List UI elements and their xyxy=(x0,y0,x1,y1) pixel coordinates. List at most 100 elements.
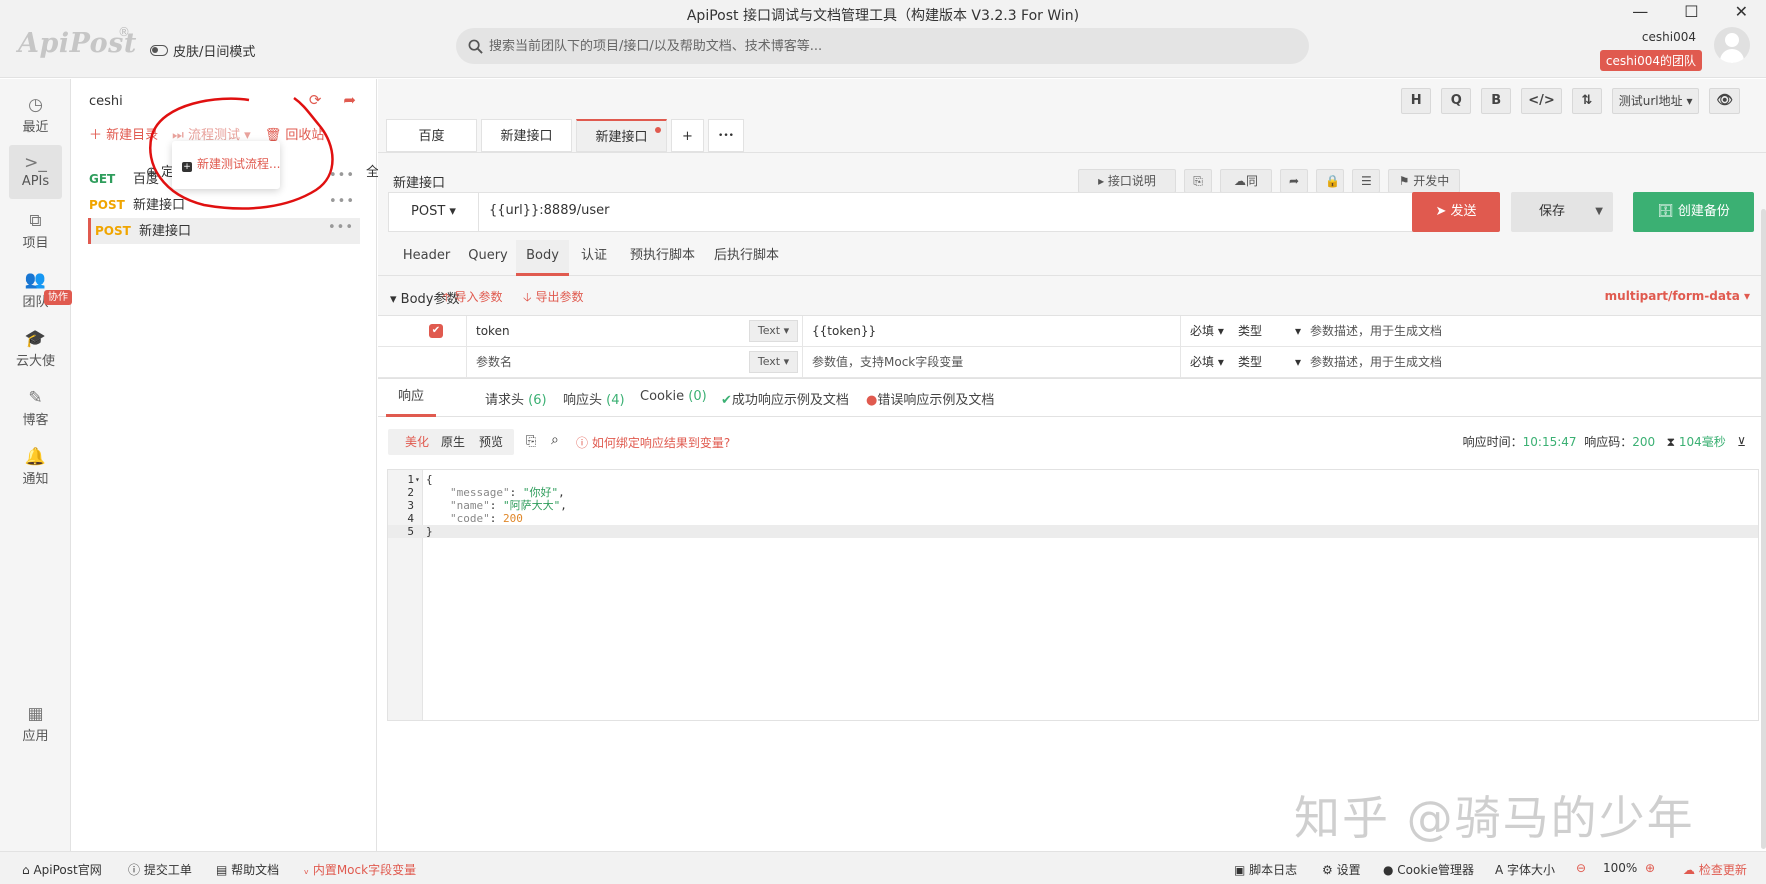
maximize-button[interactable]: ☐ xyxy=(1684,2,1698,21)
help-docs-link[interactable]: ▤ 帮助文档 xyxy=(216,861,279,878)
more-icon[interactable]: ••• xyxy=(329,189,355,215)
user-name[interactable]: ceshi004 xyxy=(1642,30,1696,44)
param-key[interactable]: 参数名 xyxy=(476,347,512,377)
more-icon[interactable]: ••• xyxy=(328,215,354,241)
tab-pre-script[interactable]: 预执行脚本 xyxy=(620,240,705,276)
param-value[interactable]: 参数值，支持Mock字段变量 xyxy=(812,347,963,377)
tab-error-example[interactable]: ●错误响应示例及文档 xyxy=(866,389,994,408)
copy-icon[interactable]: ⎘ xyxy=(1184,169,1212,193)
main-scrollbar[interactable] xyxy=(1761,209,1766,849)
nav-project[interactable]: ⧉ 项目 xyxy=(9,203,62,257)
script-log-button[interactable]: ▣ 脚本日志 xyxy=(1234,861,1297,878)
chevron-down-icon[interactable]: ▾ xyxy=(1295,347,1301,377)
search-input[interactable] xyxy=(489,38,1269,54)
check-update-button[interactable]: ☁ 检查更新 xyxy=(1683,861,1747,878)
chevron-down-icon[interactable]: ▾ xyxy=(1295,316,1301,346)
minimize-button[interactable]: — xyxy=(1632,2,1648,21)
doc-button[interactable]: ▸ 接口说明 xyxy=(1078,169,1176,193)
param-desc[interactable]: 参数描述，用于生成文档 xyxy=(1310,316,1442,346)
tab-baidu[interactable]: 百度 xyxy=(386,119,477,152)
param-type-select[interactable]: Text ▾ xyxy=(749,320,798,342)
nav-blog[interactable]: ✎ 博客 xyxy=(9,380,62,434)
bind-response-help[interactable]: ⓘ 如何绑定响应结果到变量? xyxy=(576,434,730,451)
tab-more-button[interactable]: ••• xyxy=(708,119,744,152)
tree-item-selected[interactable]: POST 新建接口 ••• xyxy=(88,218,360,244)
fold-icon[interactable]: ▾ xyxy=(415,473,420,486)
param-type-select[interactable]: Text ▾ xyxy=(749,351,798,373)
required-select[interactable]: 必填 ▾ xyxy=(1190,347,1224,377)
tab-auth[interactable]: 认证 xyxy=(574,240,614,276)
b-button[interactable]: B xyxy=(1481,88,1512,114)
share-icon[interactable]: ➦ xyxy=(1280,169,1308,193)
eye-button[interactable]: 👁 xyxy=(1709,88,1740,114)
refresh-icon[interactable]: ⟳ xyxy=(309,91,322,109)
download-icon[interactable]: ⊻ xyxy=(1737,435,1746,449)
tab-new-interface[interactable]: 新建接口 xyxy=(481,119,572,152)
tab-post-script[interactable]: 后执行脚本 xyxy=(704,240,789,276)
env-url-select[interactable]: 测试url地址 ▾ xyxy=(1611,88,1700,114)
nav-team[interactable]: 👥 团队 xyxy=(9,262,62,316)
param-desc[interactable]: 参数描述，用于生成文档 xyxy=(1310,347,1442,377)
settings-button[interactable]: ⚙ 设置 xyxy=(1322,861,1361,878)
tab-body[interactable]: Body xyxy=(516,240,569,276)
chevron-down-icon[interactable]: ▼ xyxy=(1595,192,1603,232)
close-button[interactable]: ✕ xyxy=(1735,2,1748,21)
param-value[interactable]: {{token}} xyxy=(812,316,876,346)
export-params-button[interactable]: 🡣 导出参数 xyxy=(523,288,583,309)
nav-recent[interactable]: ◷ 最近 xyxy=(9,87,62,141)
zoom-out-button[interactable]: ⊖ xyxy=(1576,861,1586,875)
required-select[interactable]: 必填 ▾ xyxy=(1190,316,1224,346)
more-icon[interactable]: ••• xyxy=(329,163,355,189)
nav-ambassador[interactable]: 🎓 云大使 xyxy=(9,321,62,375)
nav-apis[interactable]: >_ APIs xyxy=(9,145,62,199)
h-button[interactable]: H xyxy=(1401,88,1432,114)
tab-success-example[interactable]: ✔成功响应示例及文档 xyxy=(721,389,849,408)
param-checkbox[interactable]: ✔ xyxy=(429,324,443,338)
method-select[interactable]: POST ▾ xyxy=(389,193,479,231)
tab-add-button[interactable]: + xyxy=(671,119,704,152)
response-editor[interactable]: 1 ▾ { 2 "message": "你好", 3 "name": "阿萨大大", 4… xyxy=(387,469,1759,721)
send-button[interactable]: ➤ 发送 xyxy=(1412,192,1500,232)
status-select[interactable]: ⚑ 开发中 ▾ xyxy=(1388,169,1460,210)
url-input[interactable] xyxy=(489,203,1389,218)
value-type-select[interactable]: 类型 xyxy=(1238,316,1262,346)
submit-ticket-link[interactable]: ⓘ 提交工单 xyxy=(128,861,192,878)
global-search[interactable] xyxy=(456,28,1309,64)
search-icon[interactable]: ⌕ xyxy=(551,432,559,448)
nav-notify[interactable]: 🔔 通知 xyxy=(9,439,62,493)
mock-vars-link[interactable]: ᵥ 内置Mock字段变量 xyxy=(304,861,416,878)
value-type-select[interactable]: 类型 xyxy=(1238,347,1262,377)
team-badge[interactable]: ceshi004的团队 xyxy=(1599,50,1702,71)
view-preview[interactable]: 预览 xyxy=(479,429,503,455)
q-button[interactable]: Q xyxy=(1441,88,1472,114)
cookie-manager-button[interactable]: ● Cookie管理器 xyxy=(1383,861,1474,878)
tab-request-headers-count[interactable]: 请求头 (6) xyxy=(485,389,547,408)
lock-icon[interactable]: 🔒 xyxy=(1316,169,1344,193)
save-button[interactable]: 保存 ▼ xyxy=(1511,192,1613,232)
content-type-select[interactable]: multipart/form-data ▾ xyxy=(1605,289,1750,303)
tab-response[interactable]: 响应 xyxy=(386,379,436,417)
view-beautify[interactable]: 美化 xyxy=(405,429,429,455)
tab-new-interface-active[interactable]: 新建接口 xyxy=(576,119,667,152)
tab-query[interactable]: Query xyxy=(463,240,513,276)
zoom-in-button[interactable]: ⊕ xyxy=(1645,861,1655,875)
nav-apps[interactable]: ▦ 应用 xyxy=(9,696,62,750)
new-flow-item[interactable]: + 新建测试流程... xyxy=(182,157,280,172)
tab-cookie[interactable]: Cookie (0) xyxy=(640,389,707,404)
sliders-button[interactable]: ⇅ xyxy=(1571,88,1602,114)
copy-icon[interactable]: ⎘ xyxy=(526,434,536,449)
sync-button[interactable]: ☁同步 xyxy=(1220,169,1272,210)
tree-item[interactable]: POST 新建接口 ••• xyxy=(89,192,361,218)
new-folder-button[interactable]: ＋ 新建目录 xyxy=(89,124,158,143)
tab-header[interactable]: Header xyxy=(390,240,463,276)
param-key[interactable]: token xyxy=(476,316,510,346)
tab-response-headers[interactable]: 响应头 (4) xyxy=(563,389,625,408)
interface-name[interactable]: 新建接口 xyxy=(393,172,445,191)
view-raw[interactable]: 原生 xyxy=(441,429,465,455)
skin-mode-toggle[interactable]: 皮肤/日间模式 xyxy=(150,41,255,60)
code-button[interactable]: </> xyxy=(1521,88,1562,114)
share-icon[interactable]: ➦ xyxy=(343,91,356,109)
import-params-button[interactable]: 🡡 导入参数 xyxy=(442,288,502,309)
avatar[interactable] xyxy=(1714,27,1750,63)
database-icon[interactable]: ☰ xyxy=(1352,169,1380,193)
